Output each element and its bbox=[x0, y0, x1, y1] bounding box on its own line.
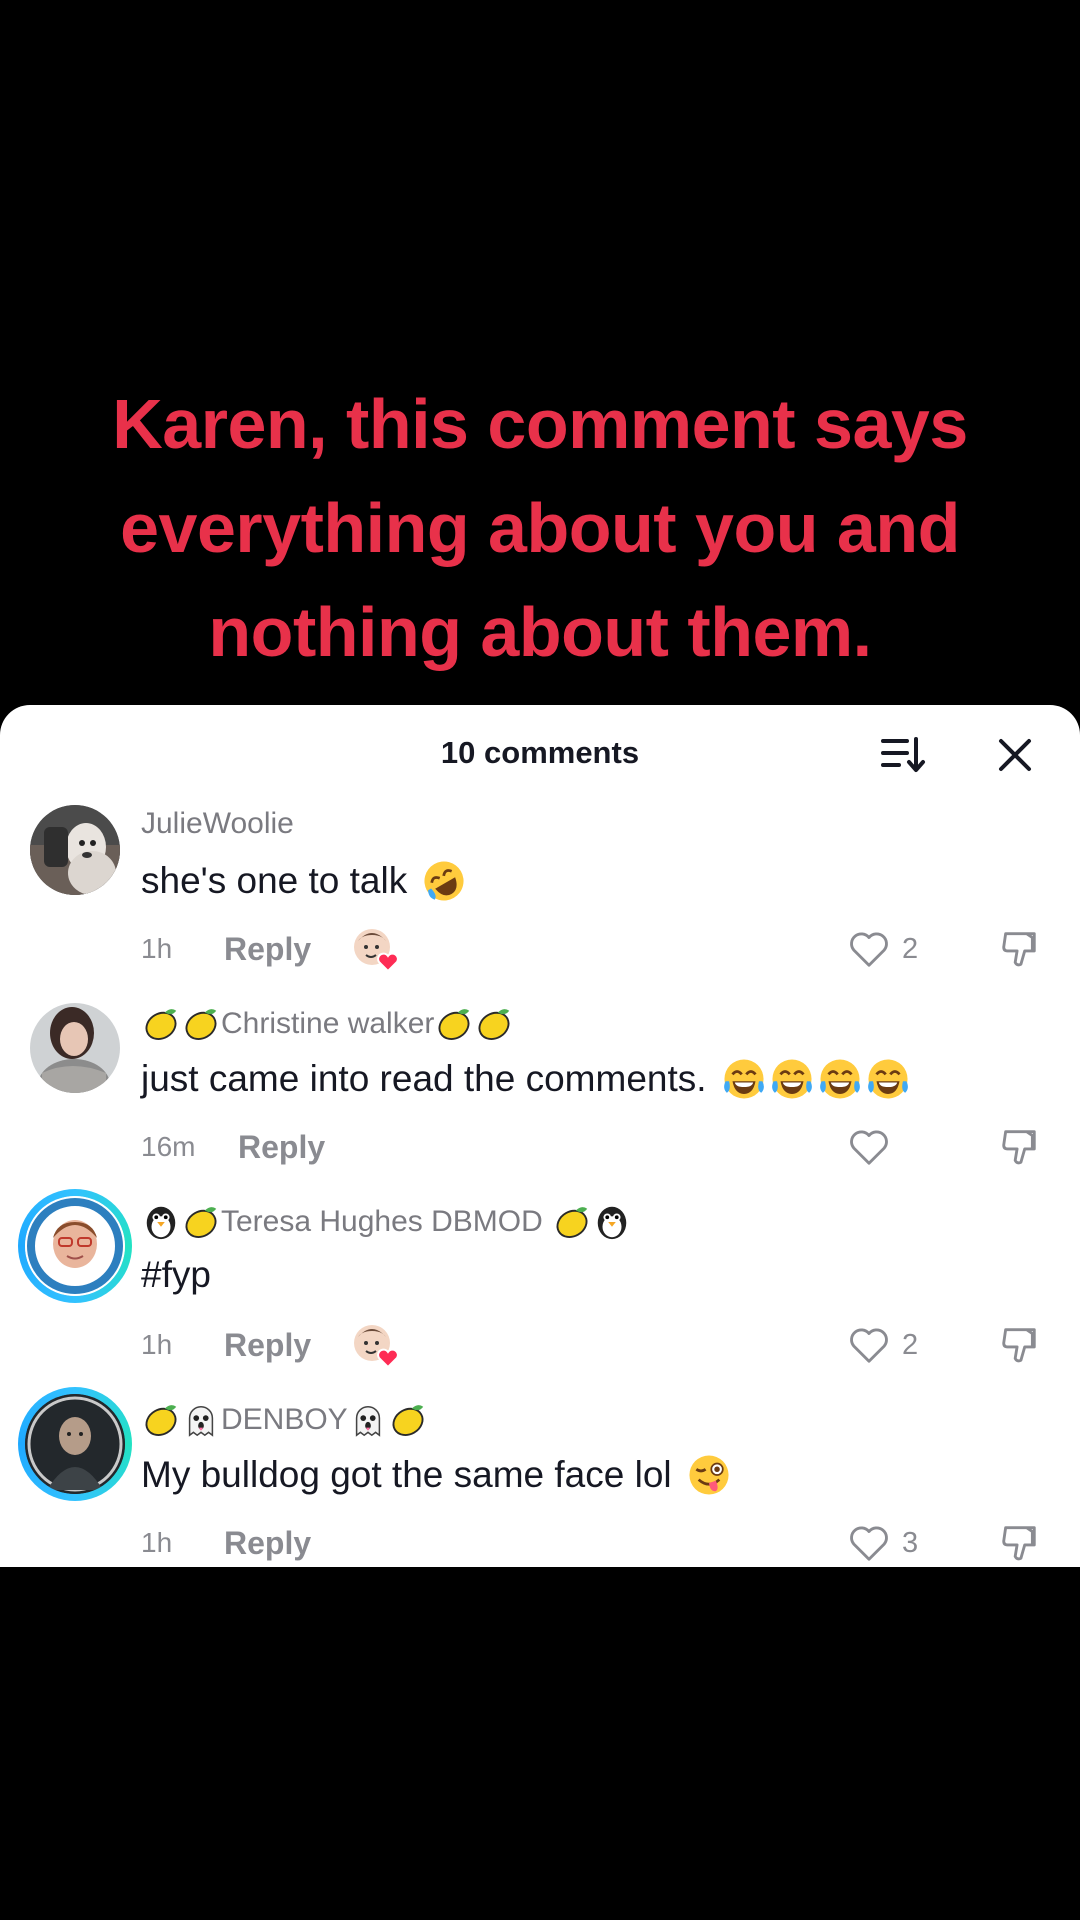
comment-item: DENBOY My bulldog got the same face lol … bbox=[0, 1387, 1080, 1567]
penguin-icon bbox=[593, 1203, 631, 1241]
like-count: 2 bbox=[902, 933, 919, 965]
lemon-icon bbox=[389, 1401, 427, 1439]
comment-item: Teresa Hughes DBMOD #fyp 1h Reply 2 bbox=[0, 1189, 1080, 1399]
close-icon[interactable] bbox=[995, 735, 1035, 775]
ghost-icon bbox=[182, 1401, 220, 1439]
comment-time: 1h bbox=[141, 1527, 173, 1558]
comment-username[interactable]: Christine walker bbox=[141, 1005, 514, 1043]
tears-of-joy-icon bbox=[865, 1056, 911, 1102]
penguin-icon bbox=[142, 1203, 180, 1241]
winking-tongue-icon bbox=[686, 1452, 732, 1498]
avatar[interactable] bbox=[18, 1387, 132, 1501]
bottom-black-area bbox=[0, 1567, 1080, 1920]
sort-icon[interactable] bbox=[880, 735, 926, 775]
comments-header: 10 comments bbox=[0, 705, 1080, 805]
comment-time: 1h bbox=[141, 933, 173, 964]
video-area[interactable]: Karen, this comment says everything abou… bbox=[0, 0, 1080, 705]
comments-sheet: 10 comments JulieWoolie she's one to tal… bbox=[0, 705, 1080, 1567]
comment-body: #fyp bbox=[141, 1254, 211, 1295]
caption-line: Karen, this comment says bbox=[112, 385, 968, 463]
ghost-icon bbox=[349, 1401, 387, 1439]
comment-text: she's one to talk bbox=[141, 858, 468, 904]
username-text: Teresa Hughes DBMOD bbox=[221, 1205, 543, 1238]
caption-line: nothing about them. bbox=[208, 593, 872, 671]
creator-liked-icon bbox=[354, 1325, 399, 1369]
creator-liked-icon bbox=[354, 929, 399, 973]
comment-item: Christine walker just came into read the… bbox=[0, 1003, 1080, 1201]
like-heart-icon[interactable] bbox=[848, 1127, 890, 1167]
dislike-icon[interactable] bbox=[998, 1521, 1040, 1565]
rolling-laugh-icon bbox=[421, 858, 467, 904]
avatar[interactable] bbox=[30, 1003, 120, 1093]
avatar[interactable] bbox=[18, 1189, 132, 1303]
like-heart-icon[interactable] bbox=[848, 929, 890, 969]
reply-button[interactable]: Reply bbox=[224, 931, 311, 968]
comment-body: just came into read the comments. bbox=[141, 1058, 707, 1099]
username-text: JulieWoolie bbox=[141, 807, 294, 840]
reply-button[interactable]: Reply bbox=[224, 1525, 311, 1562]
comment-item: JulieWoolie she's one to talk 1h Reply 2 bbox=[0, 805, 1080, 1003]
lemon-icon bbox=[475, 1005, 513, 1043]
dislike-icon[interactable] bbox=[998, 927, 1040, 971]
lemon-icon bbox=[182, 1005, 220, 1043]
comment-username[interactable]: Teresa Hughes DBMOD bbox=[141, 1203, 632, 1241]
comment-text: just came into read the comments. bbox=[141, 1056, 912, 1102]
username-text: DENBOY bbox=[221, 1403, 348, 1436]
comment-text: My bulldog got the same face lol bbox=[141, 1452, 733, 1498]
lemon-icon bbox=[142, 1401, 180, 1439]
like-heart-icon[interactable] bbox=[848, 1523, 890, 1563]
lemon-icon bbox=[182, 1203, 220, 1241]
lemon-icon bbox=[435, 1005, 473, 1043]
comment-username[interactable]: DENBOY bbox=[141, 1401, 428, 1439]
comment-time: 16m bbox=[141, 1131, 196, 1162]
avatar[interactable] bbox=[30, 805, 120, 895]
comment-text: #fyp bbox=[141, 1254, 211, 1296]
comment-time: 1h bbox=[141, 1329, 173, 1360]
like-count: 3 bbox=[902, 1527, 919, 1559]
tears-of-joy-icon bbox=[721, 1056, 767, 1102]
like-count: 2 bbox=[902, 1329, 919, 1361]
like-heart-icon[interactable] bbox=[848, 1325, 890, 1365]
tears-of-joy-icon bbox=[817, 1056, 863, 1102]
dislike-icon[interactable] bbox=[998, 1323, 1040, 1367]
comment-body: she's one to talk bbox=[141, 860, 408, 901]
video-caption: Karen, this comment says everything abou… bbox=[60, 372, 1020, 684]
username-text: Christine walker bbox=[221, 1007, 435, 1040]
reply-button[interactable]: Reply bbox=[224, 1327, 311, 1364]
comment-username[interactable]: JulieWoolie bbox=[141, 807, 294, 841]
reply-button[interactable]: Reply bbox=[238, 1129, 325, 1166]
lemon-icon bbox=[553, 1203, 591, 1241]
comment-body: My bulldog got the same face lol bbox=[141, 1454, 672, 1495]
dislike-icon[interactable] bbox=[998, 1125, 1040, 1169]
tears-of-joy-icon bbox=[769, 1056, 815, 1102]
caption-line: everything about you and bbox=[120, 489, 960, 567]
lemon-icon bbox=[142, 1005, 180, 1043]
